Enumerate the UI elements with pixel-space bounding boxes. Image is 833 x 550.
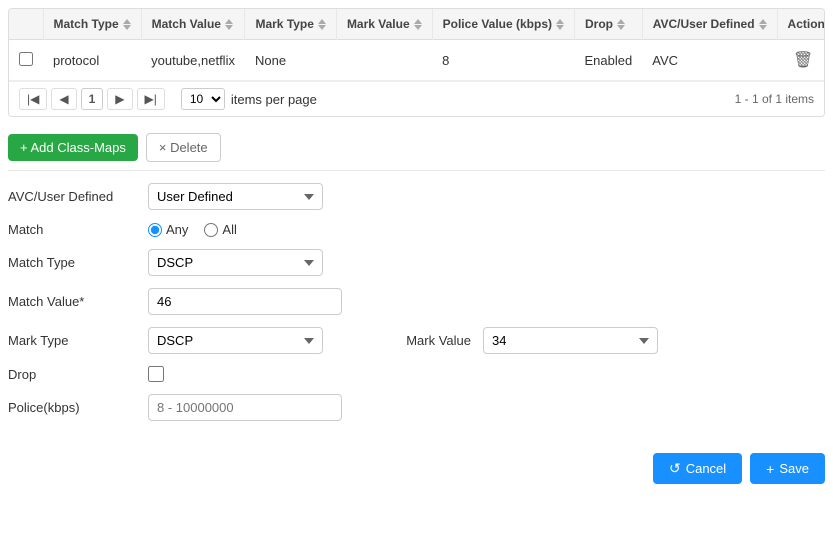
row-delete-button[interactable]: 🗑 (787, 48, 819, 72)
police-row: Police(kbps) (8, 394, 825, 421)
per-page-label: items per page (231, 92, 317, 107)
match-label: Match (8, 222, 148, 237)
cancel-icon: ↺ (669, 460, 681, 477)
match-row: Match Any All (8, 222, 825, 237)
th-mark-value[interactable]: Mark Value (336, 9, 432, 40)
cell-police-value: 8 (432, 40, 574, 81)
th-police-value[interactable]: Police Value (kbps) (432, 9, 574, 40)
prev-page-button[interactable]: ◀ (51, 88, 76, 110)
next-page-button[interactable]: ▶ (107, 88, 132, 110)
sort-icon-drop (617, 19, 625, 30)
match-any-label: Any (166, 222, 188, 237)
match-all-label: All (222, 222, 236, 237)
table-header-row: Match Type Match Value (9, 9, 825, 40)
class-maps-table: Match Type Match Value (9, 9, 825, 81)
row-checkbox[interactable] (19, 52, 33, 66)
match-radio-group: Any All (148, 222, 237, 237)
sort-icon-mark-value (414, 19, 422, 30)
match-type-row: Match Type DSCP Protocol Precedence (8, 249, 825, 276)
avc-row: AVC/User Defined User Defined AVC (8, 183, 825, 210)
cancel-button[interactable]: ↺ Cancel (653, 453, 742, 484)
mark-type-label: Mark Type (8, 333, 148, 348)
save-button[interactable]: + Save (750, 453, 825, 484)
form-section: AVC/User Defined User Defined AVC Match … (0, 175, 833, 441)
th-avc-user[interactable]: AVC/User Defined (642, 9, 777, 40)
mark-type-select[interactable]: DSCP None Precedence (148, 327, 323, 354)
current-page-button[interactable]: 1 (81, 88, 104, 110)
match-value-row: Match Value* (8, 288, 825, 315)
first-page-button[interactable]: |◀ (19, 88, 47, 110)
drop-checkbox[interactable] (148, 366, 164, 382)
class-maps-table-container: Match Type Match Value (8, 8, 825, 117)
drop-label: Drop (8, 367, 148, 382)
per-page-select[interactable]: 10 25 50 (181, 88, 225, 110)
mark-value-label: Mark Value (363, 333, 483, 348)
match-all-radio[interactable] (204, 223, 218, 237)
mark-row: Mark Type DSCP None Precedence Mark Valu… (8, 327, 825, 354)
cell-match-value: youtube,netflix (141, 40, 245, 81)
th-match-value[interactable]: Match Value (141, 9, 245, 40)
sort-icon-match-value (225, 19, 233, 30)
match-type-label: Match Type (8, 255, 148, 270)
delete-button[interactable]: × Delete (146, 133, 221, 162)
row-checkbox-cell[interactable] (9, 40, 43, 81)
sort-icon-avc-user (759, 19, 767, 30)
cell-drop: Enabled (575, 40, 643, 81)
pagination-row: |◀ ◀ 1 ▶ ▶| 10 25 50 items per page 1 - … (9, 81, 824, 116)
cell-avc-user: AVC (642, 40, 777, 81)
page-info: 1 - 1 of 1 items (735, 92, 814, 106)
sort-icon-match-type (123, 19, 131, 30)
last-page-button[interactable]: ▶| (137, 88, 165, 110)
match-any-radio[interactable] (148, 223, 162, 237)
sort-icon-police-value (556, 19, 564, 30)
match-any-option[interactable]: Any (148, 222, 188, 237)
match-value-label: Match Value* (8, 294, 148, 309)
match-value-input[interactable] (148, 288, 342, 315)
divider (8, 170, 825, 171)
match-all-option[interactable]: All (204, 222, 236, 237)
police-label: Police(kbps) (8, 400, 148, 415)
avc-select[interactable]: User Defined AVC (148, 183, 323, 210)
save-icon: + (766, 461, 774, 477)
th-checkbox (9, 9, 43, 40)
table-row: protocol youtube,netflix None 8 Enabled … (9, 40, 825, 81)
cell-mark-value (336, 40, 432, 81)
cell-mark-type: None (245, 40, 336, 81)
pagination-controls: |◀ ◀ 1 ▶ ▶| (19, 88, 165, 110)
police-input[interactable] (148, 394, 342, 421)
sort-icon-mark-type (318, 19, 326, 30)
add-class-maps-button[interactable]: + Add Class-Maps (8, 134, 138, 161)
cell-match-type: protocol (43, 40, 141, 81)
toolbar: + Add Class-Maps × Delete (0, 125, 833, 166)
avc-label: AVC/User Defined (8, 189, 148, 204)
th-match-type[interactable]: Match Type (43, 9, 141, 40)
cell-actions: 🗑 (777, 40, 825, 81)
th-drop[interactable]: Drop (575, 9, 643, 40)
per-page-select-group: 10 25 50 items per page (181, 88, 317, 110)
th-mark-type[interactable]: Mark Type (245, 9, 336, 40)
th-actions: Actions (777, 9, 825, 40)
action-buttons: ↺ Cancel + Save (0, 441, 833, 492)
drop-row: Drop (8, 366, 825, 382)
match-type-select[interactable]: DSCP Protocol Precedence (148, 249, 323, 276)
mark-value-select[interactable]: 34 0 1 (483, 327, 658, 354)
